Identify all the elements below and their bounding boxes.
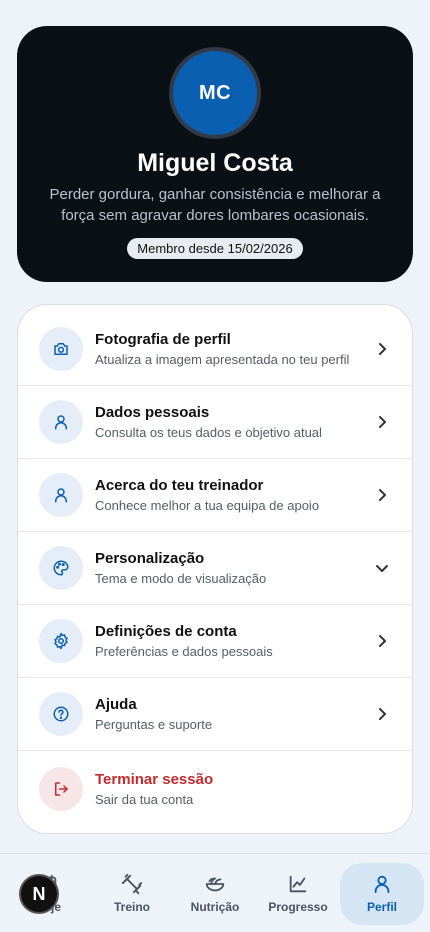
profile-header: MC Miguel Costa Perder gordura, ganhar c… xyxy=(17,26,413,282)
tab-perfil[interactable]: Perfil xyxy=(340,863,424,925)
chevron-right-icon xyxy=(374,633,390,649)
tab-nutricao[interactable]: Nutrição xyxy=(173,863,257,925)
dumbbell-icon xyxy=(121,872,143,896)
chevron-right-icon xyxy=(374,414,390,430)
user-icon xyxy=(39,400,83,444)
tab-progresso[interactable]: Progresso xyxy=(256,863,340,925)
gear-icon xyxy=(39,619,83,663)
menu-item-title: Ajuda xyxy=(95,696,137,713)
menu-item-account-settings[interactable]: Definições de conta Preferências e dados… xyxy=(18,605,412,678)
floating-action-button[interactable]: N xyxy=(19,874,59,914)
user-icon xyxy=(39,473,83,517)
profile-name: Miguel Costa xyxy=(137,149,293,177)
menu-item-subtitle: Consulta os teus dados e objetivo atual xyxy=(95,425,322,440)
menu-item-title: Acerca do teu treinador xyxy=(95,477,264,494)
chevron-right-icon xyxy=(374,706,390,722)
camera-icon xyxy=(39,327,83,371)
tab-label: Progresso xyxy=(268,900,328,914)
logout-icon xyxy=(39,766,83,811)
profile-menu: Fotografia de perfil Atualiza a imagem a… xyxy=(17,304,413,834)
help-icon xyxy=(39,692,83,736)
menu-item-title: Definições de conta xyxy=(95,623,237,640)
menu-item-logout[interactable]: Terminar sessão Sair da tua conta xyxy=(18,752,412,825)
menu-item-help[interactable]: Ajuda Perguntas e suporte xyxy=(18,678,412,751)
tab-label: Nutrição xyxy=(190,900,240,914)
avatar[interactable]: MC xyxy=(169,47,261,139)
user-icon xyxy=(371,872,393,896)
chevron-right-icon xyxy=(374,341,390,357)
menu-item-subtitle: Atualiza a imagem apresentada no teu per… xyxy=(95,352,350,367)
menu-item-personal-data[interactable]: Dados pessoais Consulta os teus dados e … xyxy=(18,386,412,459)
menu-item-subtitle: Perguntas e suporte xyxy=(95,717,213,732)
palette-icon xyxy=(39,546,83,590)
menu-item-title: Terminar sessão xyxy=(95,770,214,788)
menu-item-subtitle: Preferências e dados pessoais xyxy=(95,644,273,659)
tab-treino[interactable]: Treino xyxy=(90,863,174,925)
menu-item-subtitle: Tema e modo de visualização xyxy=(95,571,267,586)
menu-item-trainer[interactable]: Acerca do teu treinador Conhece melhor a… xyxy=(18,459,412,532)
menu-item-subtitle: Conhece melhor a tua equipa de apoio xyxy=(95,498,320,513)
salad-icon xyxy=(204,872,226,896)
menu-item-personalization[interactable]: Personalização Tema e modo de visualizaç… xyxy=(18,532,412,605)
profile-bio: Perder gordura, ganhar consistência e me… xyxy=(49,186,381,224)
menu-item-title: Dados pessoais xyxy=(95,404,210,421)
menu-item-subtitle: Sair da tua conta xyxy=(95,791,194,807)
menu-item-title: Personalização xyxy=(95,550,205,567)
tab-label: Perfil xyxy=(366,900,397,914)
menu-item-title: Fotografia de perfil xyxy=(95,331,231,348)
bottom-nav: Hoje Treino Nutrição Progresso Perfil xyxy=(0,853,430,932)
chevron-down-icon xyxy=(374,560,390,576)
menu-item-profile-photo[interactable]: Fotografia de perfil Atualiza a imagem a… xyxy=(18,313,412,386)
chart-icon xyxy=(287,872,309,896)
tab-label: Treino xyxy=(113,900,150,914)
chevron-right-icon xyxy=(374,487,390,503)
member-since-badge: Membro desde 15/02/2026 xyxy=(127,238,303,259)
